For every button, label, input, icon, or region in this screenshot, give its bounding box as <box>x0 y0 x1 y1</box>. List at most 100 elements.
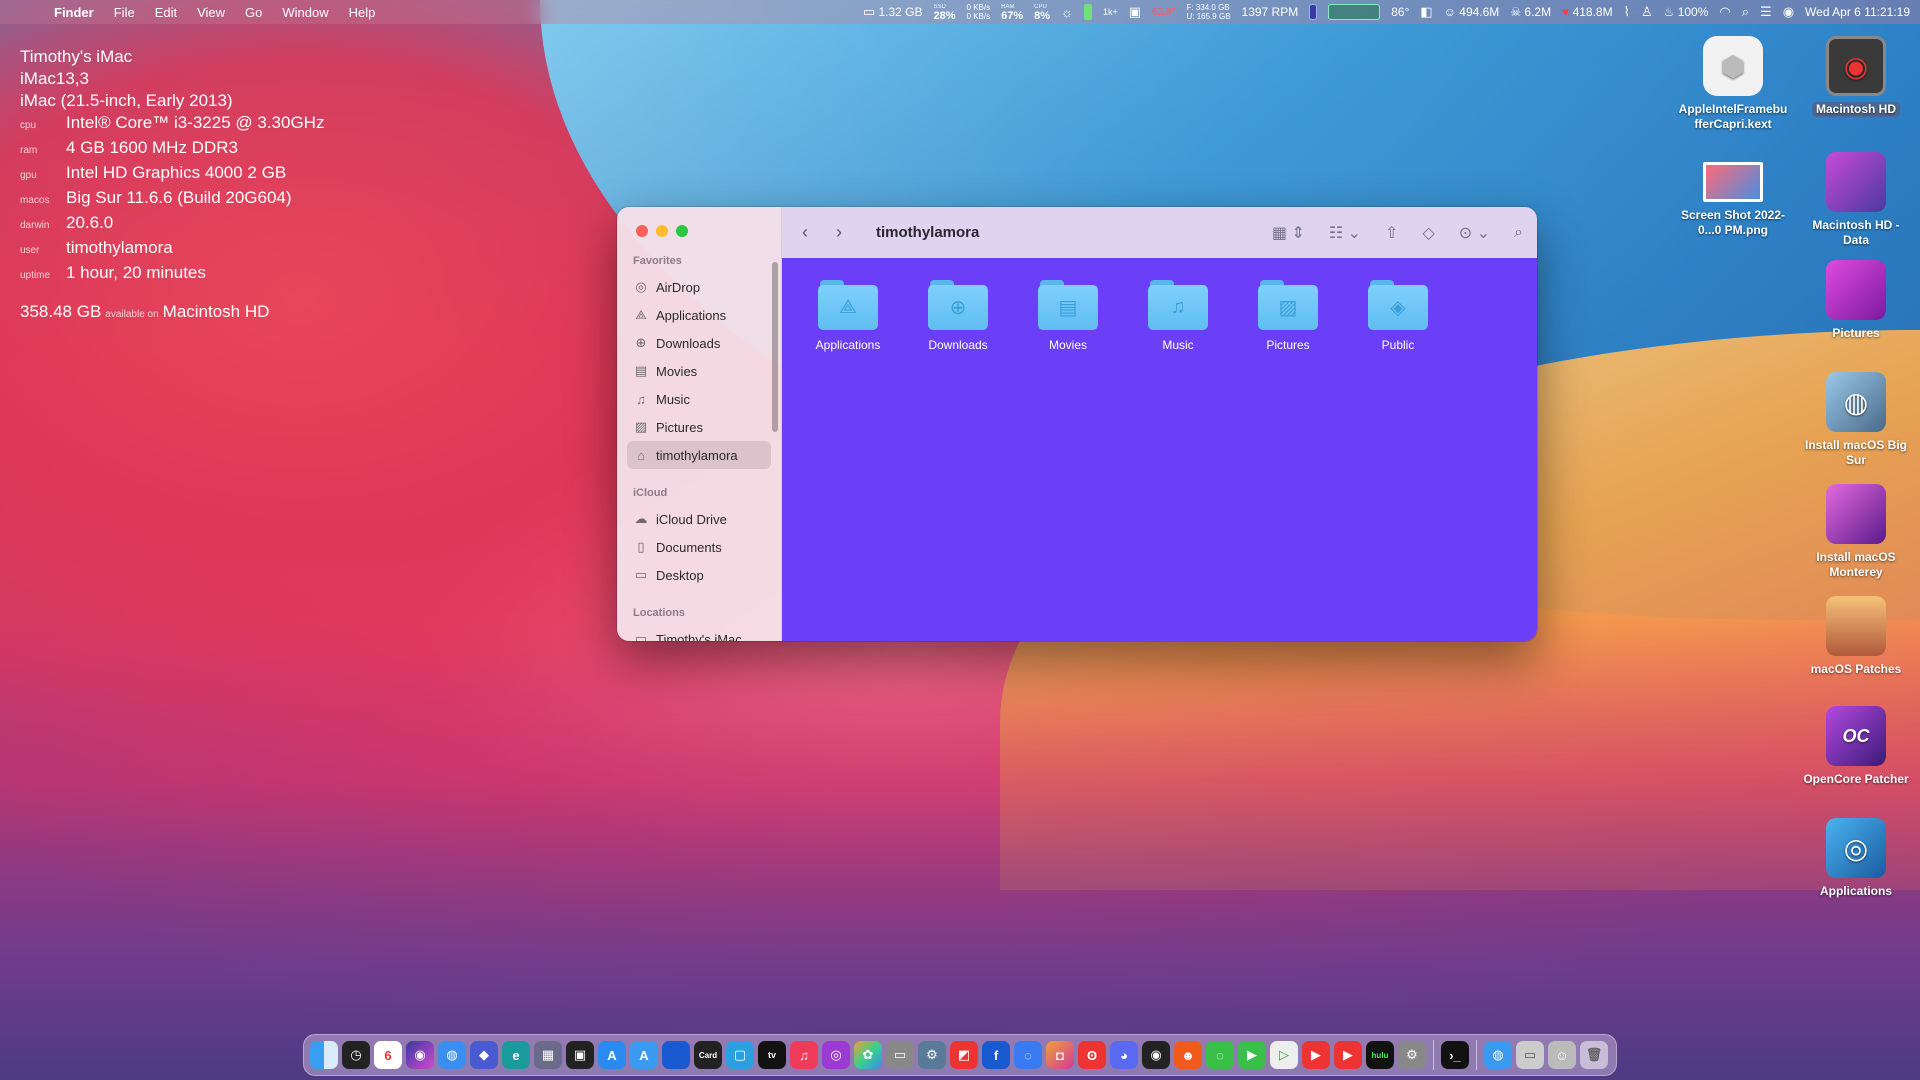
dock-widget-icon[interactable]: ▣ <box>566 1041 594 1069</box>
search-icon[interactable]: ⌕ <box>1514 224 1523 242</box>
sidebar-item-imac[interactable]: ▭ Timothy's iMac <box>627 625 771 641</box>
menu-window[interactable]: Window <box>272 5 338 20</box>
dock-card-icon[interactable]: Card <box>694 1041 722 1069</box>
folder-applications[interactable]: ⟁ Applications <box>808 280 888 352</box>
dock-preview-icon[interactable]: ▢ <box>726 1041 754 1069</box>
desktop-icon-macintosh-hd[interactable]: ◉ Macintosh HD <box>1801 36 1911 117</box>
dock-utility-icon[interactable]: ⚙ <box>918 1041 946 1069</box>
folder-public[interactable]: ◈ Public <box>1358 280 1438 352</box>
folder-content-area[interactable]: ⟁ Applications ⊕ Downloads ▤ Movies ♫ Mu… <box>782 258 1537 641</box>
desktop-icon-applications[interactable]: ◎ Applications <box>1801 818 1911 899</box>
dock-discord-icon[interactable]: ◕ <box>1110 1041 1138 1069</box>
dock-podcasts-icon[interactable]: ◎ <box>822 1041 850 1069</box>
close-button[interactable] <box>636 225 648 237</box>
battery-graph[interactable] <box>1328 4 1381 20</box>
menu-file[interactable]: File <box>104 5 145 20</box>
desktop-icon-kext[interactable]: ⬢ AppleIntelFramebufferCapri.kext <box>1678 36 1788 132</box>
dock-apple-icon[interactable] <box>662 1041 690 1069</box>
dock-facetime-icon[interactable]: ▶ <box>1238 1041 1266 1069</box>
dock-system-preferences-icon[interactable]: ⚙ <box>1398 1041 1426 1069</box>
menu-view[interactable]: View <box>187 5 235 20</box>
dock-github-icon[interactable]: ◉ <box>1142 1041 1170 1069</box>
temperature[interactable]: 86° <box>1391 5 1409 19</box>
dock-photos-icon[interactable]: ✿ <box>854 1041 882 1069</box>
dock-youtube-music-icon[interactable]: ▶ <box>1334 1041 1362 1069</box>
menu-help[interactable]: Help <box>339 5 386 20</box>
dock-messages-icon[interactable]: ◌ <box>1206 1041 1234 1069</box>
dock-safari-icon[interactable]: ◍ <box>438 1041 466 1069</box>
speech-bubble-icon[interactable]: ◧ <box>1420 4 1432 20</box>
dock-music-icon[interactable]: ♫ <box>790 1041 818 1069</box>
memory-status[interactable]: ▭ 1.32 GB <box>863 4 923 20</box>
dock-play-icon[interactable]: ▷ <box>1270 1041 1298 1069</box>
dock-bear-icon[interactable]: ʘ <box>1078 1041 1106 1069</box>
view-mode-icon[interactable]: ▦ ⇕ <box>1272 223 1305 243</box>
dock-siri-icon[interactable]: ◉ <box>406 1041 434 1069</box>
badge-1k[interactable]: 1k+ <box>1103 7 1118 17</box>
user-icon[interactable]: ♙ <box>1641 4 1653 20</box>
stat-b[interactable]: ☠ 6.2M <box>1510 5 1551 19</box>
folder-pictures[interactable]: ▨ Pictures <box>1248 280 1328 352</box>
desktop-icon-install-monterey[interactable]: Install macOS Monterey <box>1801 484 1911 580</box>
desktop-icon-macos-patches[interactable]: macOS Patches <box>1801 596 1911 677</box>
share-icon[interactable]: ⇧ <box>1385 223 1398 243</box>
dock-launchpad-icon[interactable]: ▦ <box>534 1041 562 1069</box>
dock-recent-stack-icon[interactable]: ▭ <box>1516 1041 1544 1069</box>
sidebar-item-documents[interactable]: ▯ Documents <box>627 533 771 561</box>
gpu-icon[interactable]: ▣ <box>1129 4 1141 20</box>
dock-downloads-stack-icon[interactable]: ◍ <box>1484 1041 1512 1069</box>
dock-edge-icon[interactable]: e <box>502 1041 530 1069</box>
more-actions-icon[interactable]: ⊙ ⌄ <box>1459 223 1490 243</box>
wifi-icon[interactable]: ◠ <box>1719 4 1730 20</box>
sidebar-item-music[interactable]: ♫ Music <box>627 385 771 413</box>
dock-xcode-icon[interactable]: A <box>630 1041 658 1069</box>
cpu-status[interactable]: CPU 8% <box>1034 3 1050 22</box>
menu-go[interactable]: Go <box>235 5 272 20</box>
sidebar-item-applications[interactable]: ⟁ Applications <box>627 301 771 329</box>
desktop-icon-pictures[interactable]: Pictures <box>1801 260 1911 341</box>
phone-icon[interactable] <box>1309 4 1318 20</box>
clock[interactable]: Wed Apr 6 11:21:19 <box>1805 5 1910 19</box>
folder-movies[interactable]: ▤ Movies <box>1028 280 1108 352</box>
brightness-icon[interactable]: ☼ <box>1061 5 1073 20</box>
dock-instagram-icon[interactable]: ◘ <box>1046 1041 1074 1069</box>
dock-finder-icon[interactable] <box>310 1041 338 1069</box>
temperature-red[interactable]: 62.8° <box>1152 7 1175 18</box>
dock-hulu-icon[interactable]: hulu <box>1366 1041 1394 1069</box>
folder-downloads[interactable]: ⊕ Downloads <box>918 280 998 352</box>
ram-status[interactable]: RAM 67% <box>1001 3 1023 22</box>
dock-youtube-icon[interactable]: ▶ <box>1302 1041 1330 1069</box>
dock-calendar-icon[interactable]: 6 <box>374 1041 402 1069</box>
dock-trash-icon[interactable]: 🗑 <box>1580 1041 1608 1069</box>
stat-c[interactable]: ♥ 418.8M <box>1562 5 1613 19</box>
fan-speed[interactable]: 1397 RPM <box>1242 5 1299 19</box>
folder-music[interactable]: ♫ Music <box>1138 280 1218 352</box>
sidebar-scrollbar[interactable] <box>772 262 778 432</box>
sidebar-item-movies[interactable]: ▤ Movies <box>627 357 771 385</box>
network-status[interactable]: 0 KB/s 0 KB/s <box>967 3 991 21</box>
battery-status[interactable]: ♨ 100% <box>1664 5 1709 19</box>
desktop-icon-macintosh-hd-data[interactable]: Macintosh HD - Data <box>1801 152 1911 248</box>
dock-facebook-icon[interactable]: f <box>982 1041 1010 1069</box>
control-center-icon[interactable]: ☰ <box>1760 4 1772 20</box>
dock-messenger-icon[interactable]: ◌ <box>1014 1041 1042 1069</box>
sidebar-item-pictures[interactable]: ▨ Pictures <box>627 413 771 441</box>
sidebar-item-desktop[interactable]: ▭ Desktop <box>627 561 771 589</box>
dock-photo-stack-icon[interactable]: ☺ <box>1548 1041 1576 1069</box>
zoom-button[interactable] <box>676 225 688 237</box>
sidebar-item-airdrop[interactable]: ◎ AirDrop <box>627 273 771 301</box>
desktop-icon-screenshot[interactable]: Screen Shot 2022-0...0 PM.png <box>1678 152 1788 238</box>
tag-icon[interactable]: ◇ <box>1422 223 1434 243</box>
menu-edit[interactable]: Edit <box>145 5 187 20</box>
minimize-button[interactable] <box>656 225 668 237</box>
dock-red-app-icon[interactable]: ◩ <box>950 1041 978 1069</box>
ssd-status[interactable]: SSD 28% <box>934 3 956 22</box>
back-button[interactable]: ‹ <box>802 222 836 243</box>
sidebar-item-home[interactable]: ⌂ timothylamora <box>627 441 771 469</box>
dock-appstore-icon[interactable]: A <box>598 1041 626 1069</box>
sidebar-item-downloads[interactable]: ⊕ Downloads <box>627 329 771 357</box>
dock-clock-icon[interactable]: ◷ <box>342 1041 370 1069</box>
tool-icon[interactable]: ⌇ <box>1624 4 1630 20</box>
disk-status[interactable]: F: 334.0 GB U: 165.9 GB <box>1187 3 1231 21</box>
siri-icon[interactable]: ◉ <box>1783 4 1794 20</box>
